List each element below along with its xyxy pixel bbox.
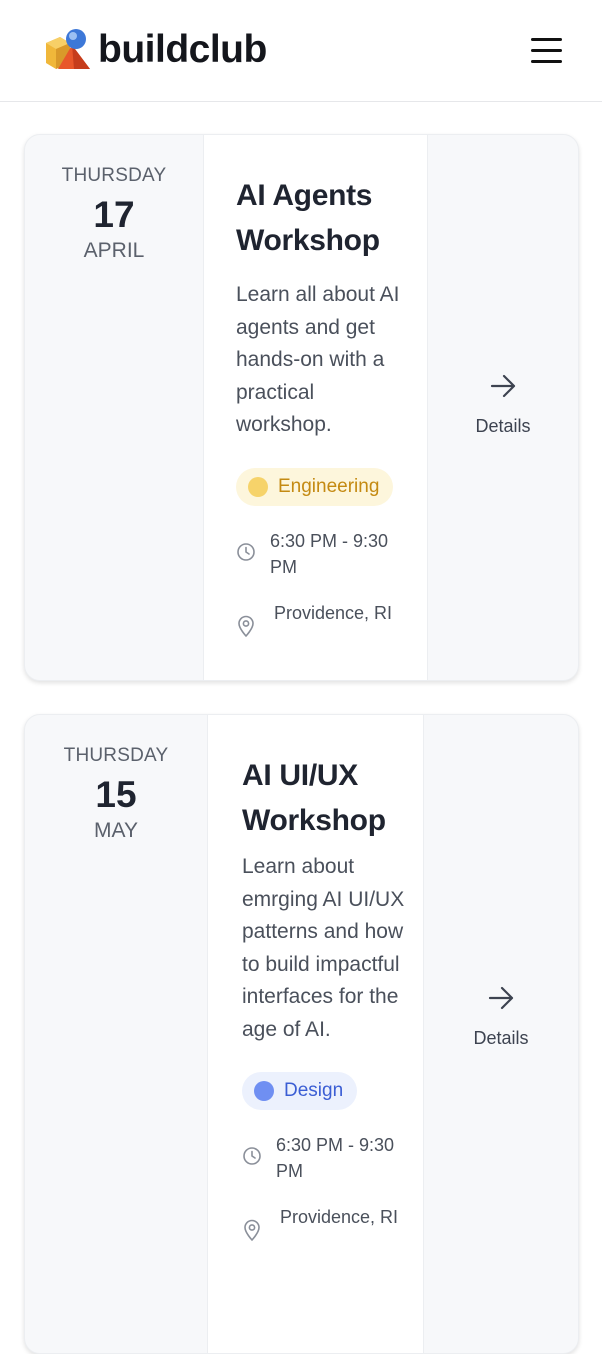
details-label: Details [475,416,531,436]
event-main: AI Agents Workshop Learn all about AI ag… [203,135,428,680]
event-description: Learn all about AI agents and get hands-… [236,283,400,436]
event-location: Providence, RI [236,600,409,645]
event-weekday: THURSDAY [63,745,169,766]
arrow-right-icon [488,986,514,1010]
event-category-badge: Engineering [236,467,394,506]
event-weekday: THURSDAY [61,165,167,186]
hamburger-menu-icon[interactable] [528,34,566,68]
event-details-link[interactable]: Details [428,135,578,680]
event-time-text: 6:30 PM - 9:30 PM [276,1135,395,1181]
event-card[interactable]: THURSDAY 15 MAY AI UI/UX Workshop Learn … [24,714,579,1354]
event-month: MAY [94,819,138,842]
clock-icon [242,1132,264,1173]
arrow-right-icon [490,374,516,398]
event-category-label: Engineering [278,475,380,497]
brand-name: buildclub [98,28,267,71]
event-date: THURSDAY 15 MAY [25,715,207,1353]
event-details-link[interactable]: Details [424,715,578,1353]
buildclub-logo-icon [46,29,90,69]
location-pin-icon [236,600,258,645]
event-category-label: Design [284,1080,344,1101]
event-time: 6:30 PM - 9:30 PM [236,528,409,580]
event-date: THURSDAY 17 APRIL [25,135,203,680]
event-card[interactable]: THURSDAY 17 APRIL AI Agents Workshop Lea… [24,134,579,681]
location-pin-icon [242,1204,264,1249]
event-day: 17 [93,194,135,235]
event-location: Providence, RI [242,1204,409,1249]
event-title: AI UI/UX Workshop [242,759,386,837]
event-location-text: Providence, RI [274,602,393,623]
event-title: AI Agents Workshop [236,179,380,257]
brand-logo[interactable]: buildclub [44,26,267,74]
details-label: Details [473,1028,529,1048]
category-dot-icon [254,1081,274,1101]
event-main: AI UI/UX Workshop Learn about emrging AI… [207,715,424,1353]
clock-icon [236,528,258,569]
event-time-text: 6:30 PM - 9:30 PM [270,530,389,577]
event-month: APRIL [83,239,145,262]
category-dot-icon [248,476,268,497]
event-description: Learn about emrging AI UI/UX patterns an… [242,855,405,1041]
site-header: buildclub [0,0,602,102]
event-time: 6:30 PM - 9:30 PM [242,1132,409,1184]
event-location-text: Providence, RI [280,1207,399,1227]
event-day: 15 [95,774,137,815]
event-category-badge: Design [242,1072,358,1110]
